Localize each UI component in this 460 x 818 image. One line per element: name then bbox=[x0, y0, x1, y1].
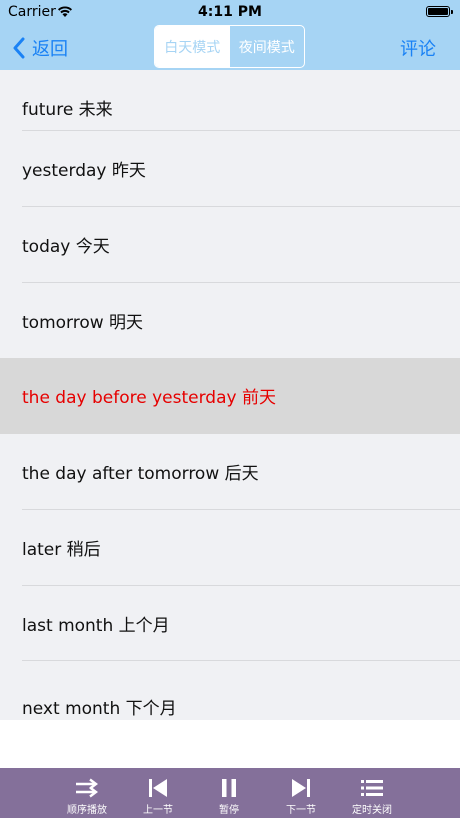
list-item-text: next month 下个月 bbox=[22, 699, 177, 720]
night-mode-label: 夜间模式 bbox=[238, 39, 295, 56]
list-item-text: last month 上个月 bbox=[22, 616, 170, 637]
vocabulary-list[interactable]: future 未来 yesterday 昨天 today 今天 tomorrow… bbox=[0, 70, 460, 720]
status-bar: Carrier 4:11 PM bbox=[0, 0, 460, 24]
back-button[interactable]: 返回 bbox=[12, 35, 68, 61]
status-time: 4:11 PM bbox=[198, 4, 262, 20]
pause-label: 暂停 bbox=[219, 805, 239, 816]
list-item[interactable]: yesterday 昨天 bbox=[0, 131, 460, 207]
next-button[interactable]: 下一节 bbox=[266, 768, 336, 818]
timer-list-icon bbox=[361, 780, 383, 796]
night-mode-segment[interactable]: 夜间模式 bbox=[230, 26, 305, 67]
sequence-play-icon bbox=[76, 778, 98, 798]
next-label: 下一节 bbox=[286, 805, 316, 816]
list-item-text: today 今天 bbox=[22, 237, 110, 258]
player-toolbar: 顺序播放 上一节 暂停 下一节 定时关闭 bbox=[0, 768, 460, 818]
day-mode-label: 白天模式 bbox=[164, 39, 221, 56]
timer-off-button[interactable]: 定时关闭 bbox=[337, 768, 407, 818]
list-item[interactable]: later 稍后 bbox=[0, 510, 460, 586]
list-item[interactable]: next month 下个月 bbox=[0, 669, 460, 720]
back-label: 返回 bbox=[32, 39, 68, 60]
sequence-play-button[interactable]: 顺序播放 bbox=[52, 768, 122, 818]
list-item-active[interactable]: the day before yesterday 前天 bbox=[0, 358, 460, 434]
comment-button[interactable]: 评论 bbox=[400, 35, 436, 61]
list-item[interactable]: tomorrow 明天 bbox=[0, 283, 460, 359]
list-item-text: tomorrow 明天 bbox=[22, 313, 144, 334]
battery-icon bbox=[426, 6, 453, 17]
chevron-left-icon bbox=[13, 37, 25, 59]
list-item[interactable]: today 今天 bbox=[0, 207, 460, 283]
pause-icon bbox=[222, 779, 236, 797]
list-item-text: yesterday 昨天 bbox=[22, 161, 146, 182]
mode-segmented-control: 白天模式 夜间模式 bbox=[154, 25, 305, 68]
list-item-text: future 未来 bbox=[22, 100, 113, 121]
list-item-text: later 稍后 bbox=[22, 540, 101, 561]
previous-icon bbox=[149, 779, 167, 797]
pause-button[interactable]: 暂停 bbox=[194, 768, 264, 818]
list-item[interactable]: last month 上个月 bbox=[0, 586, 460, 662]
previous-button[interactable]: 上一节 bbox=[123, 768, 193, 818]
previous-label: 上一节 bbox=[143, 805, 173, 816]
day-mode-segment[interactable]: 白天模式 bbox=[155, 26, 230, 67]
list-item[interactable]: the day after tomorrow 后天 bbox=[0, 434, 460, 510]
timer-off-label: 定时关闭 bbox=[352, 805, 392, 816]
divider bbox=[22, 660, 460, 661]
list-item-text: the day after tomorrow 后天 bbox=[22, 464, 259, 485]
navigation-bar: 返回 白天模式 夜间模式 评论 bbox=[0, 24, 460, 70]
next-icon bbox=[292, 779, 310, 797]
list-item-text: the day before yesterday 前天 bbox=[22, 388, 276, 409]
sequence-play-label: 顺序播放 bbox=[67, 805, 107, 816]
